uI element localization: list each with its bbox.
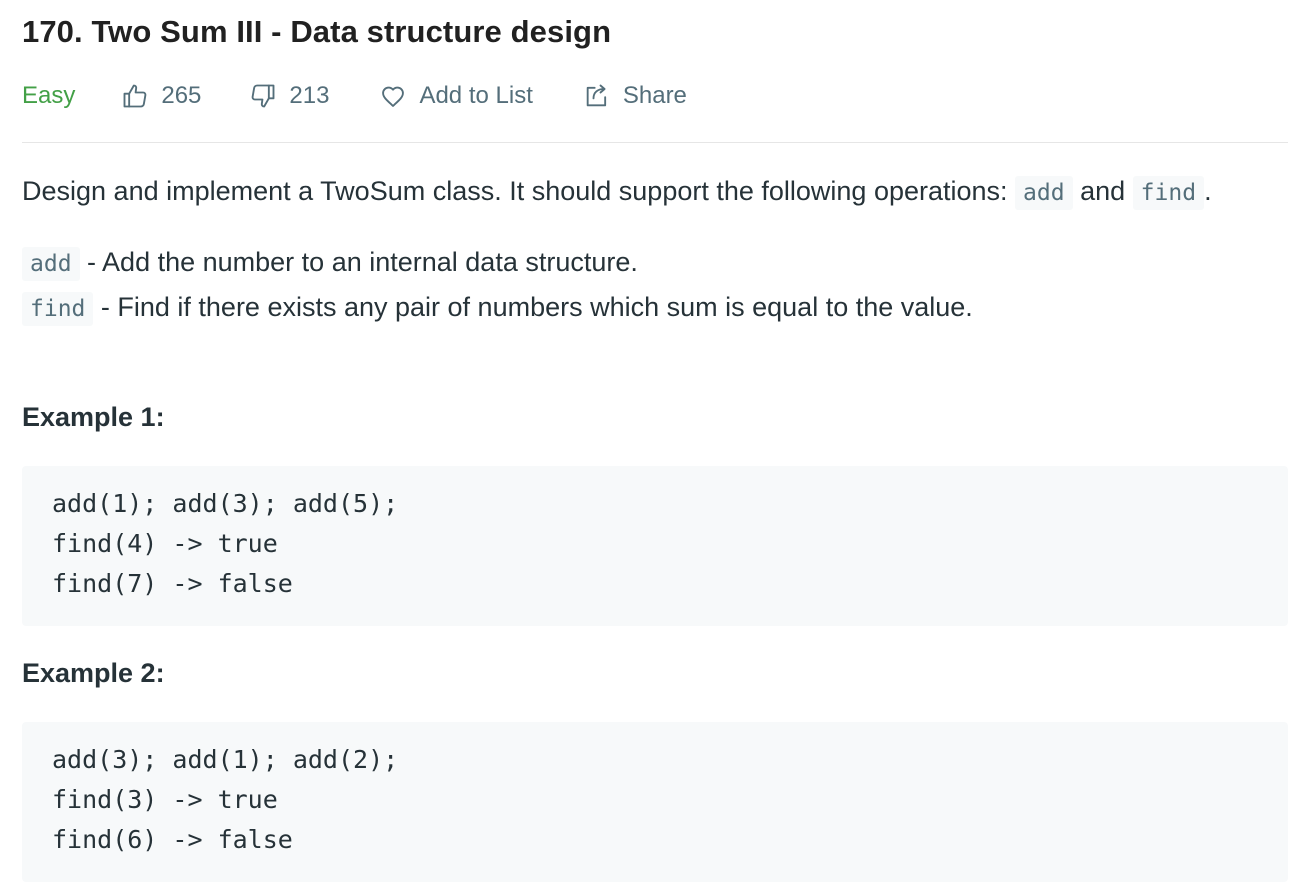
thumbs-up-icon bbox=[121, 82, 149, 110]
dislike-count: 213 bbox=[289, 82, 330, 109]
find-description: - Find if there exists any pair of numbe… bbox=[93, 292, 973, 322]
problem-meta-bar: Easy 265 213 Add to List Share bbox=[22, 78, 687, 114]
add-to-list-button[interactable]: Add to List bbox=[379, 82, 533, 110]
share-label: Share bbox=[622, 82, 687, 109]
heart-icon bbox=[379, 82, 407, 110]
intro-end-text: . bbox=[1204, 176, 1212, 206]
share-icon bbox=[583, 82, 611, 110]
like-count: 265 bbox=[161, 82, 202, 109]
inline-code-add: add bbox=[22, 247, 80, 281]
problem-title: 170. Two Sum III - Data structure design bbox=[22, 14, 612, 49]
code-line: find(3) -> true bbox=[52, 785, 278, 814]
code-line: find(6) -> false bbox=[52, 825, 293, 854]
like-button[interactable]: 265 bbox=[121, 82, 201, 110]
example-2-code-block: add(3); add(1); add(2); find(3) -> true fi… bbox=[22, 722, 1288, 882]
add-to-list-label: Add to List bbox=[419, 82, 533, 109]
thumbs-down-icon bbox=[249, 82, 277, 110]
code-line: find(4) -> true bbox=[52, 529, 278, 558]
code-line: find(7) -> false bbox=[52, 569, 293, 598]
code-line: add(1); add(3); add(5); bbox=[52, 489, 399, 518]
example-1-code-block: add(1); add(3); add(5); find(4) -> true fi… bbox=[22, 466, 1288, 626]
intro-and-text: and bbox=[1072, 176, 1126, 206]
inline-code-add: add bbox=[1015, 176, 1073, 210]
add-operation-line: add - Add the number to an internal data… bbox=[22, 241, 1288, 286]
inline-code-find: find bbox=[1132, 176, 1205, 210]
difficulty-badge: Easy bbox=[22, 82, 76, 109]
problem-description: Design and implement a TwoSum class. It … bbox=[22, 170, 1288, 331]
find-operation-line: find - Find if there exists any pair of … bbox=[22, 286, 1288, 331]
intro-paragraph: Design and implement a TwoSum class. It … bbox=[22, 170, 1288, 215]
example-2-heading: Example 2: bbox=[22, 658, 165, 688]
code-line: add(3); add(1); add(2); bbox=[52, 745, 399, 774]
inline-code-find: find bbox=[22, 292, 94, 326]
example-1-heading: Example 1: bbox=[22, 402, 165, 432]
problem-page: 170. Two Sum III - Data structure design… bbox=[0, 0, 1316, 884]
intro-text: Design and implement a TwoSum class. It … bbox=[22, 176, 1016, 206]
add-description: - Add the number to an internal data str… bbox=[79, 247, 638, 277]
share-button[interactable]: Share bbox=[583, 82, 687, 110]
header-divider bbox=[22, 142, 1288, 143]
dislike-button[interactable]: 213 bbox=[249, 82, 329, 110]
